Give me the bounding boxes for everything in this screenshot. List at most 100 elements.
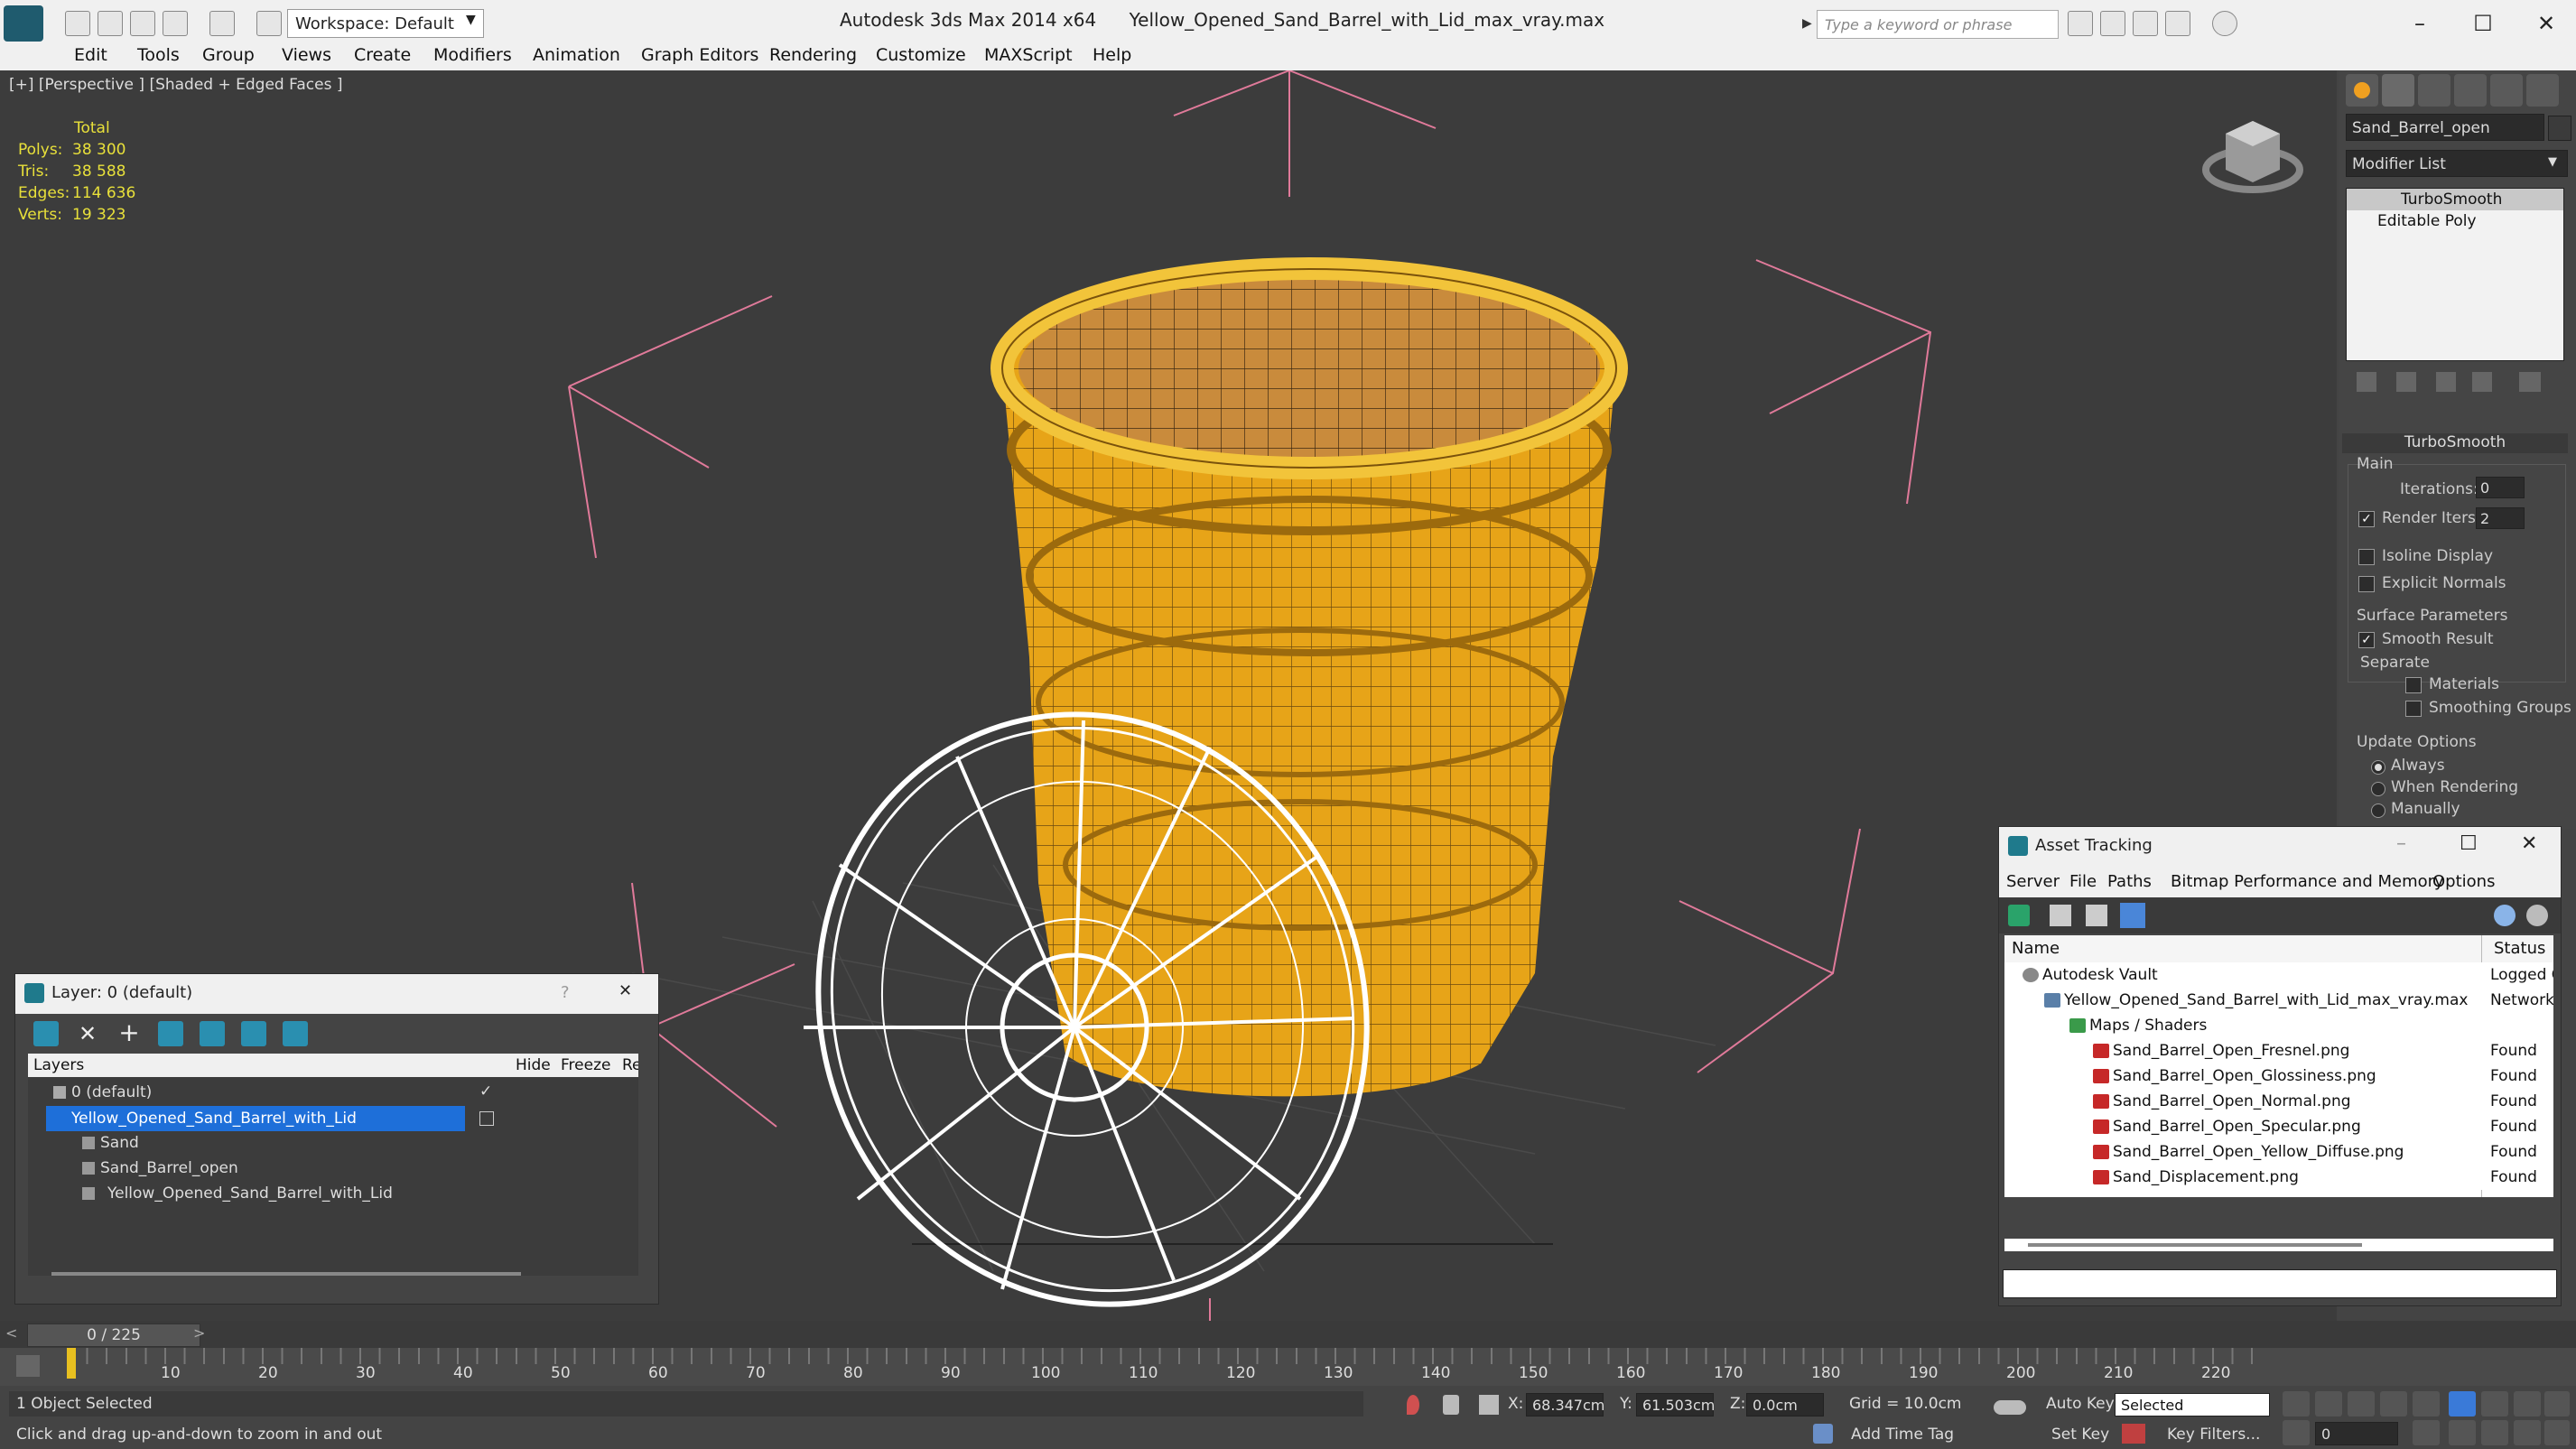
- time-slider-thumb[interactable]: 0 / 225: [27, 1324, 200, 1347]
- configure-modifier-sets-icon[interactable]: [2519, 372, 2541, 392]
- turbosmooth-rollout-header[interactable]: TurboSmooth: [2342, 433, 2568, 453]
- layer-panel-close-button[interactable]: ✕: [618, 981, 632, 1000]
- stack-item-editable-poly[interactable]: Editable Poly: [2347, 210, 2563, 232]
- materials-checkbox[interactable]: [2405, 677, 2422, 693]
- show-end-result-icon[interactable]: [2396, 372, 2416, 392]
- layer-row[interactable]: Sand_Barrel_open: [28, 1156, 638, 1182]
- freeze-all-layers-icon[interactable]: [283, 1021, 308, 1046]
- time-configuration-icon[interactable]: [2413, 1420, 2440, 1445]
- maximize-viewport-icon[interactable]: [2544, 1391, 2570, 1416]
- iterations-spinner[interactable]: 0: [2476, 477, 2525, 498]
- hierarchy-tab-icon[interactable]: [2418, 74, 2450, 107]
- col-hide[interactable]: Hide: [516, 1056, 551, 1074]
- add-time-tag[interactable]: Add Time Tag: [1851, 1426, 1954, 1444]
- vault-status-icon[interactable]: [2526, 905, 2548, 926]
- asset-row[interactable]: Sand_Barrel_Open_Glossiness.png Found: [2004, 1064, 2553, 1089]
- zoom-icon[interactable]: [2449, 1391, 2476, 1416]
- minimize-button[interactable]: –: [2393, 5, 2447, 42]
- asset-row[interactable]: Maps / Shaders: [2004, 1013, 2553, 1038]
- maximize-button[interactable]: ☐: [2456, 5, 2510, 42]
- selection-lock-icon[interactable]: [1443, 1395, 1459, 1415]
- asset-row[interactable]: Sand_Barrel_Open_Yellow_Diffuse.png Foun…: [2004, 1139, 2553, 1165]
- col-freeze[interactable]: Freeze: [561, 1056, 610, 1074]
- pan-view-icon[interactable]: [2481, 1420, 2508, 1445]
- asset-row[interactable]: Autodesk Vault Logged O: [2004, 962, 2553, 988]
- asset-menu-paths[interactable]: Paths: [2107, 872, 2152, 891]
- layer-panel-titlebar[interactable]: Layer: 0 (default) ? ✕: [15, 974, 658, 1014]
- menu-customize[interactable]: Customize: [876, 45, 966, 65]
- x-coordinate-field[interactable]: 68.347cm: [1526, 1393, 1604, 1416]
- track-bar[interactable]: 10 20 30 40 50 60 70 80 90 100 110 120 1…: [0, 1348, 2576, 1386]
- col-layers[interactable]: Layers: [33, 1056, 84, 1074]
- asset-row[interactable]: Sand_Barrel_Open_Fresnel.png Found: [2004, 1038, 2553, 1064]
- key-selection-dropdown[interactable]: Selected: [2115, 1393, 2270, 1416]
- current-time-marker[interactable]: [67, 1348, 76, 1379]
- communication-icon[interactable]: [2133, 11, 2158, 36]
- current-layer-check[interactable]: ✓: [479, 1082, 492, 1101]
- undo-icon[interactable]: [163, 11, 188, 36]
- asset-panel-close-button[interactable]: ✕: [2521, 832, 2537, 855]
- add-time-tag-icon[interactable]: [1813, 1424, 1833, 1444]
- menu-tools[interactable]: Tools: [137, 45, 180, 65]
- layer-row[interactable]: 0 (default) ✓: [28, 1081, 638, 1106]
- set-key-button[interactable]: Set Key: [2051, 1426, 2109, 1444]
- menu-views[interactable]: Views: [282, 45, 331, 65]
- search-expand-icon[interactable]: ▶: [1802, 16, 1812, 31]
- asset-menu-server[interactable]: Server: [2006, 872, 2060, 891]
- pin-stack-icon[interactable]: [2357, 372, 2376, 392]
- list-view-icon[interactable]: [2050, 905, 2071, 926]
- manually-radio[interactable]: [2371, 803, 2385, 818]
- asset-panel-titlebar[interactable]: Asset Tracking – ☐ ✕: [1999, 827, 2561, 867]
- orbit-icon[interactable]: [2514, 1420, 2541, 1445]
- tree-view-icon[interactable]: [2086, 905, 2107, 926]
- subscription-icon[interactable]: [2100, 11, 2125, 36]
- layer-row[interactable]: Yellow_Opened_Sand_Barrel_with_Lid: [28, 1106, 638, 1131]
- asset-row[interactable]: Sand_Barrel_Open_Normal.png Found: [2004, 1089, 2553, 1114]
- field-of-view-icon[interactable]: [2449, 1420, 2476, 1445]
- menu-modifiers[interactable]: Modifiers: [433, 45, 512, 65]
- z-coordinate-field[interactable]: 0.0cm: [1746, 1393, 1824, 1416]
- highlight-selected-icon[interactable]: [200, 1021, 225, 1046]
- stack-item-turbosmooth[interactable]: TurboSmooth: [2347, 189, 2563, 210]
- modify-tab-icon[interactable]: [2382, 74, 2414, 107]
- isolate-selection-icon[interactable]: [1407, 1395, 1419, 1415]
- key-filters-button[interactable]: Key Filters...: [2167, 1426, 2260, 1444]
- asset-row[interactable]: Sand_Displacement.png Found: [2004, 1165, 2553, 1190]
- open-file-icon[interactable]: [98, 11, 123, 36]
- layer-panel-help-button[interactable]: ?: [561, 983, 570, 1002]
- asset-panel-maximize-button[interactable]: ☐: [2460, 832, 2478, 855]
- asset-row[interactable]: Sand_Barrel_Open_Specular.png Found: [2004, 1114, 2553, 1139]
- render-iters-checkbox[interactable]: ✓: [2358, 511, 2375, 527]
- col-name[interactable]: Name: [2012, 939, 2060, 958]
- menu-rendering[interactable]: Rendering: [769, 45, 857, 65]
- modifier-list-arrow-icon[interactable]: ▼: [2548, 155, 2557, 169]
- previous-frame-icon[interactable]: [2315, 1391, 2342, 1416]
- smooth-result-checkbox[interactable]: ✓: [2358, 632, 2375, 648]
- help-icon[interactable]: [2212, 11, 2237, 36]
- binoculars-icon[interactable]: [2068, 11, 2093, 36]
- go-to-end-icon[interactable]: [2413, 1391, 2440, 1416]
- menu-graph-editors[interactable]: Graph Editors: [641, 45, 758, 65]
- asset-hscrollbar[interactable]: [2004, 1239, 2553, 1251]
- smoothing-groups-checkbox[interactable]: [2405, 701, 2422, 717]
- asset-row[interactable]: Yellow_Opened_Sand_Barrel_with_Lid_max_v…: [2004, 988, 2553, 1013]
- col-status[interactable]: Status: [2494, 939, 2545, 958]
- open-curve-editor-icon[interactable]: [16, 1355, 40, 1377]
- col-render[interactable]: Rend: [622, 1056, 638, 1074]
- absolute-mode-icon[interactable]: [1479, 1395, 1499, 1415]
- redo-icon[interactable]: [209, 11, 235, 36]
- display-tab-icon[interactable]: [2490, 74, 2523, 107]
- menu-animation[interactable]: Animation: [533, 45, 620, 65]
- key-mode-toggle-icon[interactable]: [2283, 1420, 2310, 1445]
- always-radio[interactable]: [2371, 760, 2385, 775]
- render-iters-spinner[interactable]: 2: [2476, 507, 2525, 529]
- menu-help[interactable]: Help: [1093, 45, 1131, 65]
- remove-modifier-icon[interactable]: [2472, 372, 2492, 392]
- add-to-layer-icon[interactable]: +: [116, 1020, 142, 1046]
- delete-layer-icon[interactable]: ✕: [75, 1021, 100, 1046]
- auto-key-button[interactable]: Auto Key: [2046, 1395, 2115, 1413]
- play-icon[interactable]: [2348, 1391, 2375, 1416]
- when-rendering-radio[interactable]: [2371, 782, 2385, 796]
- go-to-start-icon[interactable]: [2283, 1391, 2310, 1416]
- asset-panel-minimize-button[interactable]: –: [2396, 832, 2406, 855]
